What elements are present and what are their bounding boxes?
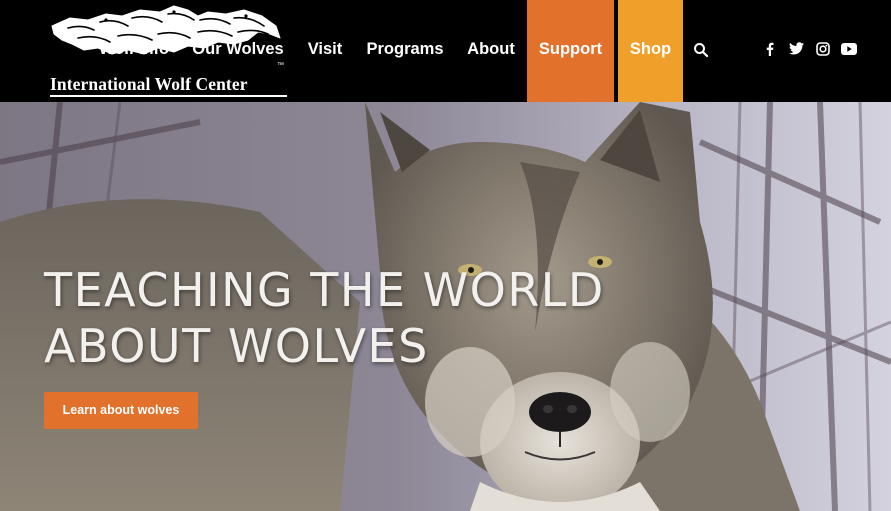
nav-visit[interactable]: Visit [302, 0, 348, 102]
hero-title-line-2: ABOUT WOLVES [44, 319, 429, 373]
facebook-icon[interactable] [765, 42, 774, 56]
youtube-icon[interactable] [841, 43, 857, 55]
hero-title: TEACHING THE WORLD ABOUT WOLVES [44, 262, 744, 374]
twitter-icon[interactable] [789, 42, 804, 55]
nav-programs[interactable]: Programs [362, 0, 448, 102]
nav-shop[interactable]: Shop [618, 0, 683, 102]
site-header: ™ International Wolf Center Wolf Info Ou… [0, 0, 891, 102]
hero-banner: TEACHING THE WORLD ABOUT WOLVES Learn ab… [0, 102, 891, 511]
search-icon[interactable] [693, 42, 709, 58]
instagram-icon[interactable] [816, 42, 830, 56]
nav-our-wolves[interactable]: Our Wolves [188, 0, 288, 102]
nav-about[interactable]: About [464, 0, 518, 102]
nav-support[interactable]: Support [527, 0, 614, 102]
nav-wolf-info[interactable]: Wolf Info [96, 0, 172, 102]
learn-about-wolves-button[interactable]: Learn about wolves [44, 392, 198, 429]
hero-title-line-1: TEACHING THE WORLD [44, 263, 605, 317]
